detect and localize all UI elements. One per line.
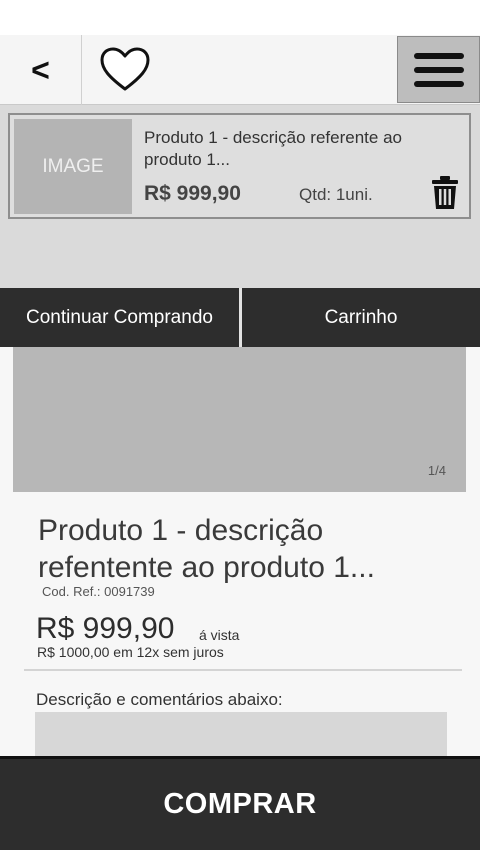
product-ref: Cod. Ref.: 0091739 <box>42 584 155 599</box>
hamburger-menu-icon <box>413 52 464 87</box>
menu-button[interactable] <box>397 36 480 103</box>
cart-item-quantity: Qtd: 1uni. <box>299 185 373 204</box>
price-note: á vista <box>199 627 240 643</box>
heart-icon <box>100 47 150 91</box>
cart-panel: IMAGE Produto 1 - descrição referente ao… <box>0 105 480 288</box>
app-header: < <box>0 35 480 105</box>
buy-button[interactable]: COMPRAR <box>0 756 480 850</box>
continue-shopping-button[interactable]: Continuar Comprando <box>0 288 239 347</box>
product-image-carousel[interactable]: 1/4 <box>13 347 466 492</box>
back-button[interactable]: < <box>0 35 82 105</box>
cart-item-price: R$ 999,90 <box>144 182 241 205</box>
description-label: Descrição e comentários abaixo: <box>36 690 283 709</box>
action-bar: Continuar Comprando Carrinho <box>0 288 480 347</box>
carousel-indicator: 1/4 <box>427 463 446 478</box>
cart-item: IMAGE Produto 1 - descrição referente ao… <box>8 113 471 219</box>
favorite-button[interactable] <box>96 45 154 95</box>
product-title: Produto 1 - descrição refentente ao prod… <box>38 514 375 584</box>
divider <box>24 669 462 671</box>
product-image-placeholder: IMAGE <box>14 119 132 214</box>
trash-icon <box>432 176 458 209</box>
buy-button-label: COMPRAR <box>163 788 317 820</box>
product-price: R$ 999,90 <box>36 612 175 645</box>
description-box <box>35 712 447 760</box>
status-bar <box>0 0 480 35</box>
cart-item-title: Produto 1 - descrição referente ao produ… <box>144 128 402 169</box>
installments-text: R$ 1000,00 em 12x sem juros <box>37 644 224 660</box>
cart-button[interactable]: Carrinho <box>242 288 480 347</box>
remove-item-button[interactable] <box>430 175 460 211</box>
